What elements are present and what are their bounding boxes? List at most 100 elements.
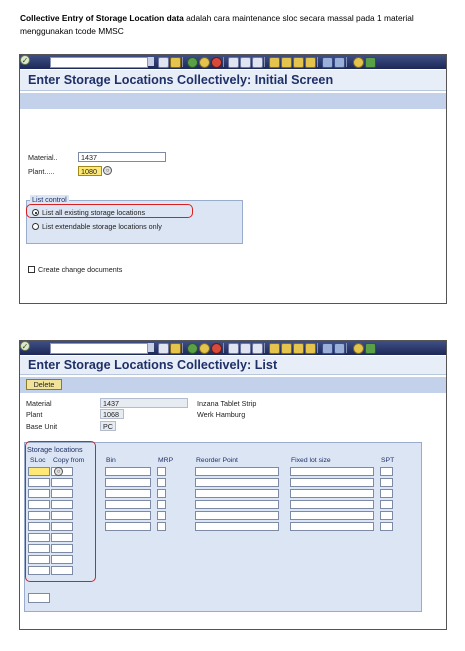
- plant-value: 1068: [100, 409, 124, 419]
- reorder-point-cell[interactable]: [195, 500, 279, 509]
- exit-icon[interactable]: [199, 343, 210, 354]
- toolbar-separator: [346, 57, 347, 67]
- fixed-lot-size-cell[interactable]: [290, 500, 374, 509]
- bin-cell[interactable]: [105, 489, 151, 498]
- shortcut-icon[interactable]: [334, 343, 345, 354]
- spt-cell[interactable]: [380, 489, 393, 498]
- command-history-arrow[interactable]: [148, 57, 154, 66]
- new-session-icon[interactable]: [322, 343, 333, 354]
- last-page-icon[interactable]: [305, 343, 316, 354]
- spt-cell[interactable]: [380, 500, 393, 509]
- enter-icon[interactable]: ✓: [20, 55, 30, 65]
- screen-title-bar: Enter Storage Locations Collectively: Li…: [20, 356, 446, 375]
- list-control-title: List control: [30, 195, 69, 204]
- mrp-cell[interactable]: [157, 511, 166, 520]
- fixed-lot-size-cell[interactable]: [290, 467, 374, 476]
- command-field[interactable]: [50, 343, 148, 354]
- find-icon[interactable]: [240, 57, 251, 68]
- spt-cell[interactable]: [380, 467, 393, 476]
- spt-cell[interactable]: [380, 511, 393, 520]
- layout-icon[interactable]: [365, 57, 376, 68]
- bin-cell[interactable]: [105, 522, 151, 531]
- exit-icon[interactable]: [199, 57, 210, 68]
- bin-cell[interactable]: [105, 500, 151, 509]
- page-icon[interactable]: [158, 57, 169, 68]
- system-toolbar: ✓: [20, 55, 446, 69]
- command-history-arrow[interactable]: [148, 343, 154, 352]
- radio-list-extendable[interactable]: [32, 223, 39, 230]
- help-icon[interactable]: [353, 57, 364, 68]
- material-description: Inzana Tablet Strip: [194, 398, 276, 408]
- fixed-lot-size-cell[interactable]: [290, 478, 374, 487]
- mrp-cell[interactable]: [157, 489, 166, 498]
- mrp-cell[interactable]: [157, 522, 166, 531]
- mrp-cell[interactable]: [157, 478, 166, 487]
- value-help-icon[interactable]: ○: [54, 467, 63, 476]
- create-change-docs-checkbox[interactable]: [28, 266, 35, 273]
- prev-page-icon[interactable]: [281, 343, 292, 354]
- value-help-icon[interactable]: ○: [103, 166, 112, 175]
- find-next-icon[interactable]: [252, 343, 263, 354]
- print-icon[interactable]: [228, 57, 239, 68]
- reorder-point-cell[interactable]: [195, 478, 279, 487]
- highlight-box: [26, 204, 193, 218]
- next-page-icon[interactable]: [293, 57, 304, 68]
- mrp-cell[interactable]: [157, 500, 166, 509]
- print-icon[interactable]: [228, 343, 239, 354]
- create-change-docs-label: Create change documents: [38, 265, 123, 274]
- reorder-point-cell[interactable]: [195, 511, 279, 520]
- enter-icon[interactable]: ✓: [20, 341, 30, 351]
- col-bin: Bin: [106, 457, 116, 464]
- prev-page-icon[interactable]: [281, 57, 292, 68]
- col-spt: SPT: [381, 457, 395, 464]
- layout-icon[interactable]: [365, 343, 376, 354]
- next-page-icon[interactable]: [293, 343, 304, 354]
- first-page-icon[interactable]: [269, 343, 280, 354]
- back-icon[interactable]: [187, 57, 198, 68]
- spt-cell[interactable]: [380, 478, 393, 487]
- page-icon[interactable]: [158, 343, 169, 354]
- fixed-lot-size-cell[interactable]: [290, 489, 374, 498]
- cancel-icon[interactable]: [211, 57, 222, 68]
- find-icon[interactable]: [240, 343, 251, 354]
- plant-label: Plant.....: [28, 167, 55, 176]
- find-next-icon[interactable]: [252, 57, 263, 68]
- col-fixed-lot-size: Fixed lot size: [291, 457, 331, 464]
- plant-input[interactable]: 1080: [78, 166, 102, 176]
- application-toolbar: [20, 377, 446, 393]
- system-toolbar: ✓: [20, 341, 446, 355]
- last-page-icon[interactable]: [305, 57, 316, 68]
- col-reorder-point: Reorder Point: [196, 457, 238, 464]
- material-label: Material: [26, 399, 52, 408]
- back-icon[interactable]: [187, 343, 198, 354]
- toolbar-separator: [346, 343, 347, 353]
- fixed-lot-size-cell[interactable]: [290, 511, 374, 520]
- toolbar-separator: [182, 343, 183, 353]
- reorder-point-cell[interactable]: [195, 467, 279, 476]
- save-icon[interactable]: [170, 57, 181, 68]
- application-toolbar: [20, 93, 446, 109]
- mrp-cell[interactable]: [157, 467, 166, 476]
- cancel-icon[interactable]: [211, 343, 222, 354]
- bin-cell[interactable]: [105, 467, 151, 476]
- save-icon[interactable]: [170, 343, 181, 354]
- new-session-icon[interactable]: [322, 57, 333, 68]
- delete-button[interactable]: Delete: [26, 379, 62, 390]
- first-page-icon[interactable]: [269, 57, 280, 68]
- shortcut-icon[interactable]: [334, 57, 345, 68]
- base-unit-value: PC: [100, 421, 116, 431]
- toolbar-separator: [317, 57, 318, 67]
- help-icon[interactable]: [353, 343, 364, 354]
- reorder-point-cell[interactable]: [195, 522, 279, 531]
- bin-cell[interactable]: [105, 511, 151, 520]
- page-title: Enter Storage Locations Collectively: In…: [28, 73, 334, 87]
- bin-cell[interactable]: [105, 478, 151, 487]
- fixed-lot-size-cell[interactable]: [290, 522, 374, 531]
- toolbar-separator: [264, 57, 265, 67]
- intro-bold-text: Collective Entry of Storage Location dat…: [20, 13, 184, 23]
- reorder-point-cell[interactable]: [195, 489, 279, 498]
- material-input[interactable]: 1437: [78, 152, 166, 162]
- command-field[interactable]: [50, 57, 148, 68]
- entry-field[interactable]: [28, 593, 50, 603]
- spt-cell[interactable]: [380, 522, 393, 531]
